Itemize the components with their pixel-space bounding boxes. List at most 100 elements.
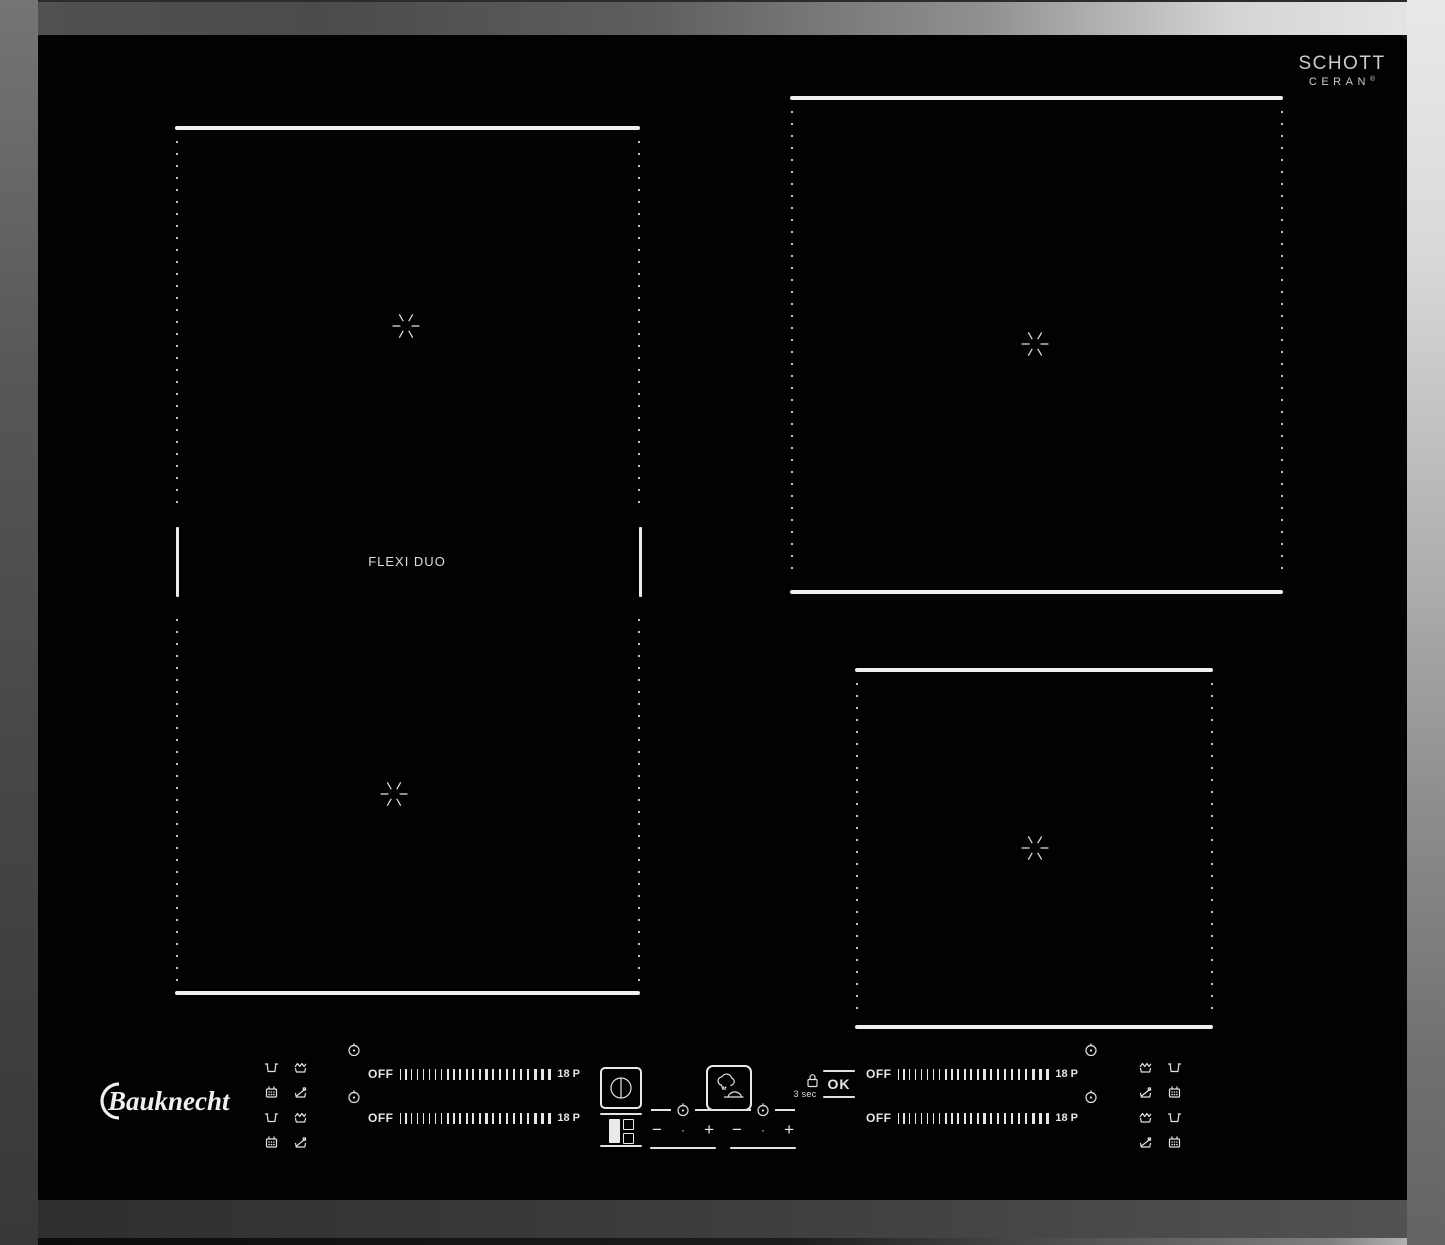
timer-line: [651, 1109, 671, 1111]
timer-control-left: − · +: [645, 1103, 721, 1149]
flexi-button-line: [600, 1145, 642, 1147]
slider-max-label: 18 P: [557, 1112, 580, 1124]
timer-clock-icon: [756, 1103, 770, 1117]
residual-heat-star-icon: [379, 779, 409, 809]
timer-clock-icon: [676, 1103, 690, 1117]
flexi-bridge-button[interactable]: [600, 1118, 642, 1144]
zone-dotted-edge: [1211, 683, 1213, 1015]
grill-icon[interactable]: [263, 1134, 279, 1150]
timer-dot: ·: [681, 1124, 685, 1136]
slider-tick-scale[interactable]: [898, 1112, 1050, 1124]
grill-icon[interactable]: [1166, 1084, 1182, 1100]
boil-icon[interactable]: [292, 1059, 308, 1075]
boil-icon[interactable]: [1137, 1059, 1153, 1075]
zone-dotted-edge: [791, 111, 793, 579]
ceramic-glass-surface: SCHOTT CERAN® FLEXI DUO: [38, 35, 1407, 1200]
slider-max-label: 18 P: [557, 1068, 580, 1080]
schott-logo-text: SCHOTT: [1290, 53, 1394, 75]
frame-bottom-edge: [0, 1200, 1445, 1245]
melt-icon[interactable]: [292, 1084, 308, 1100]
timer-clock-icon: [347, 1090, 361, 1104]
slider-tick-scale[interactable]: [898, 1068, 1050, 1080]
residual-heat-star-icon: [1020, 833, 1050, 863]
timer-plus-button[interactable]: +: [784, 1121, 794, 1138]
zone-dotted-edge: [176, 141, 178, 505]
lock-hold-label: 3 sec: [790, 1089, 820, 1099]
timer-plus-button[interactable]: +: [704, 1121, 714, 1138]
timer-clock-icon: [347, 1043, 361, 1057]
timer-line: [650, 1147, 716, 1149]
slider-max-label: 18 P: [1055, 1068, 1078, 1080]
zone-dotted-edge: [856, 683, 858, 1015]
power-slider-right-front[interactable]: OFF 18 P: [866, 1110, 1078, 1126]
slider-off-label: OFF: [368, 1067, 394, 1081]
zone-outline-line: [855, 668, 1213, 672]
timer-minus-button[interactable]: −: [652, 1121, 662, 1138]
slider-tick-scale[interactable]: [400, 1068, 552, 1080]
timer-control-right: − · +: [725, 1103, 801, 1149]
registered-mark: ®: [1370, 76, 1375, 83]
power-slider-left-rear[interactable]: OFF 18 P: [368, 1066, 580, 1082]
frame-right-edge: [1407, 0, 1445, 1245]
power-slider-left-front[interactable]: OFF 18 P: [368, 1110, 580, 1126]
zone-dotted-edge: [638, 141, 640, 505]
zone-dotted-edge: [176, 619, 178, 985]
flexi-bridge-icon: [623, 1119, 634, 1144]
residual-heat-star-icon: [1020, 329, 1050, 359]
zone-outline-line: [790, 590, 1283, 594]
left-preset-icon-grid: [263, 1059, 308, 1150]
zone-outline-line: [175, 126, 640, 130]
slider-max-label: 18 P: [1055, 1112, 1078, 1124]
slider-off-label: OFF: [368, 1111, 394, 1125]
timer-line: [775, 1109, 795, 1111]
grill-icon[interactable]: [263, 1084, 279, 1100]
ok-button-line: [823, 1096, 855, 1098]
slider-tick-scale[interactable]: [400, 1112, 552, 1124]
grill-icon[interactable]: [1166, 1134, 1182, 1150]
ceran-logo-text: CERAN®: [1290, 76, 1394, 88]
bauknecht-logo: Bauknecht: [86, 1079, 246, 1123]
pot-icon[interactable]: [263, 1109, 279, 1125]
zone-dotted-edge: [1281, 111, 1283, 579]
zone-outline-line: [855, 1025, 1213, 1029]
zone-dotted-edge: [638, 619, 640, 985]
power-slider-right-rear[interactable]: OFF 18 P: [866, 1066, 1078, 1082]
cooktop-photo: SCHOTT CERAN® FLEXI DUO: [0, 0, 1445, 1245]
ok-button[interactable]: OK: [823, 1070, 855, 1098]
pot-icon[interactable]: [1166, 1109, 1182, 1125]
schott-ceran-logo: SCHOTT CERAN®: [1290, 53, 1394, 88]
pot-icon[interactable]: [263, 1059, 279, 1075]
timer-minus-button[interactable]: −: [732, 1121, 742, 1138]
melt-icon[interactable]: [1137, 1134, 1153, 1150]
timer-clock-icon: [1084, 1090, 1098, 1104]
timer-clock-icon: [1084, 1043, 1098, 1057]
boil-icon[interactable]: [292, 1109, 308, 1125]
right-preset-icon-grid: [1137, 1059, 1182, 1150]
zone-outline-line: [790, 96, 1283, 100]
flexi-button-line: [600, 1113, 642, 1115]
timer-line: [695, 1109, 715, 1111]
zone-outline-line: [175, 991, 640, 995]
timer-line: [730, 1147, 796, 1149]
timer-line: [731, 1109, 751, 1111]
power-icon: [606, 1073, 636, 1103]
flexi-bridge-mark: [639, 527, 642, 597]
slider-off-label: OFF: [866, 1067, 892, 1081]
frame-top-edge: [0, 0, 1445, 35]
melt-icon[interactable]: [1137, 1084, 1153, 1100]
timer-dot: ·: [761, 1124, 765, 1136]
slider-off-label: OFF: [866, 1111, 892, 1125]
residual-heat-star-icon: [391, 311, 421, 341]
key-lock-icon: [806, 1073, 819, 1088]
flexi-bridge-mark: [176, 527, 179, 597]
frame-left-edge: [0, 0, 38, 1245]
power-button[interactable]: [600, 1067, 642, 1109]
ok-button-label: OK: [823, 1072, 855, 1096]
flexi-duo-label: FLEXI DUO: [327, 554, 487, 569]
boil-icon[interactable]: [1137, 1109, 1153, 1125]
melt-icon[interactable]: [292, 1134, 308, 1150]
bauknecht-logo-text: Bauknecht: [107, 1086, 231, 1116]
pot-icon[interactable]: [1166, 1059, 1182, 1075]
flexi-bridge-icon: [609, 1119, 620, 1143]
chef-assist-icon: [713, 1072, 745, 1104]
